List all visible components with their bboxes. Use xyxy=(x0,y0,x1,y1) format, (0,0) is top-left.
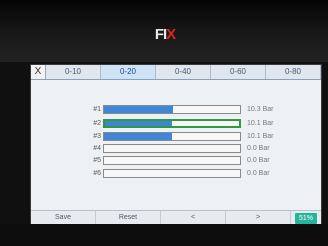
tab-range-0-10[interactable]: 0-10 xyxy=(46,65,101,79)
device-screen: X 0-10 0-20 0-40 0-60 0-80 #1 10.3 Bar #… xyxy=(30,64,322,225)
channel-label: #5 xyxy=(93,157,101,164)
next-button[interactable]: > xyxy=(226,211,291,224)
channel-row[interactable]: #1 10.3 Bar xyxy=(41,105,313,115)
channel-bars: #1 10.3 Bar #2 10.1 Bar #3 10.1 Bar #4 0… xyxy=(41,85,313,205)
channel-value: 0.0 Bar xyxy=(247,157,270,164)
close-button[interactable]: X xyxy=(31,65,46,79)
channel-row[interactable]: #3 10.1 Bar xyxy=(41,132,313,142)
channel-bar-track xyxy=(103,119,241,128)
channel-row[interactable]: #6 0.0 Bar xyxy=(41,169,313,179)
channel-value: 0.0 Bar xyxy=(247,145,270,152)
channel-bar-track xyxy=(103,132,241,141)
device-bezel-bottom xyxy=(0,224,328,246)
logo-accent: X xyxy=(166,26,176,43)
prev-button[interactable]: < xyxy=(161,211,226,224)
channel-value: 10.1 Bar xyxy=(247,133,274,140)
channel-value: 10.1 Bar xyxy=(247,120,274,127)
device-bezel-top: FIX xyxy=(0,0,328,62)
channel-bar-fill xyxy=(105,121,172,126)
tab-range-0-60[interactable]: 0-60 xyxy=(211,65,266,79)
channel-label: #6 xyxy=(93,170,101,177)
range-tabbar: X 0-10 0-20 0-40 0-60 0-80 xyxy=(31,65,321,80)
channel-bar-track xyxy=(103,156,241,165)
footer-toolbar: Save Reset < > 51% xyxy=(31,210,321,224)
channel-bar-fill xyxy=(104,133,172,140)
channel-value: 10.3 Bar xyxy=(247,106,274,113)
channel-label: #4 xyxy=(93,145,101,152)
tab-range-0-80[interactable]: 0-80 xyxy=(266,65,321,79)
brand-logo: FIX xyxy=(150,22,180,48)
channel-bar-track xyxy=(103,144,241,153)
save-button[interactable]: Save xyxy=(31,211,96,224)
channel-bar-track xyxy=(103,169,241,178)
channel-label: #3 xyxy=(93,133,101,140)
channel-label: #2 xyxy=(93,120,101,127)
reset-button[interactable]: Reset xyxy=(96,211,161,224)
channel-row[interactable]: #2 10.1 Bar xyxy=(41,119,313,129)
channel-bar-fill xyxy=(104,106,174,113)
tab-range-0-20[interactable]: 0-20 xyxy=(101,65,156,79)
tab-range-0-40[interactable]: 0-40 xyxy=(156,65,211,79)
battery-indicator: 51% xyxy=(291,211,321,224)
channel-label: #1 xyxy=(93,106,101,113)
logo-text: FI xyxy=(154,26,167,43)
channel-row[interactable]: #5 0.0 Bar xyxy=(41,156,313,166)
battery-level: 51% xyxy=(294,212,317,224)
channel-row[interactable]: #4 0.0 Bar xyxy=(41,144,313,154)
channel-value: 0.0 Bar xyxy=(247,170,270,177)
channel-bar-track xyxy=(103,105,241,114)
